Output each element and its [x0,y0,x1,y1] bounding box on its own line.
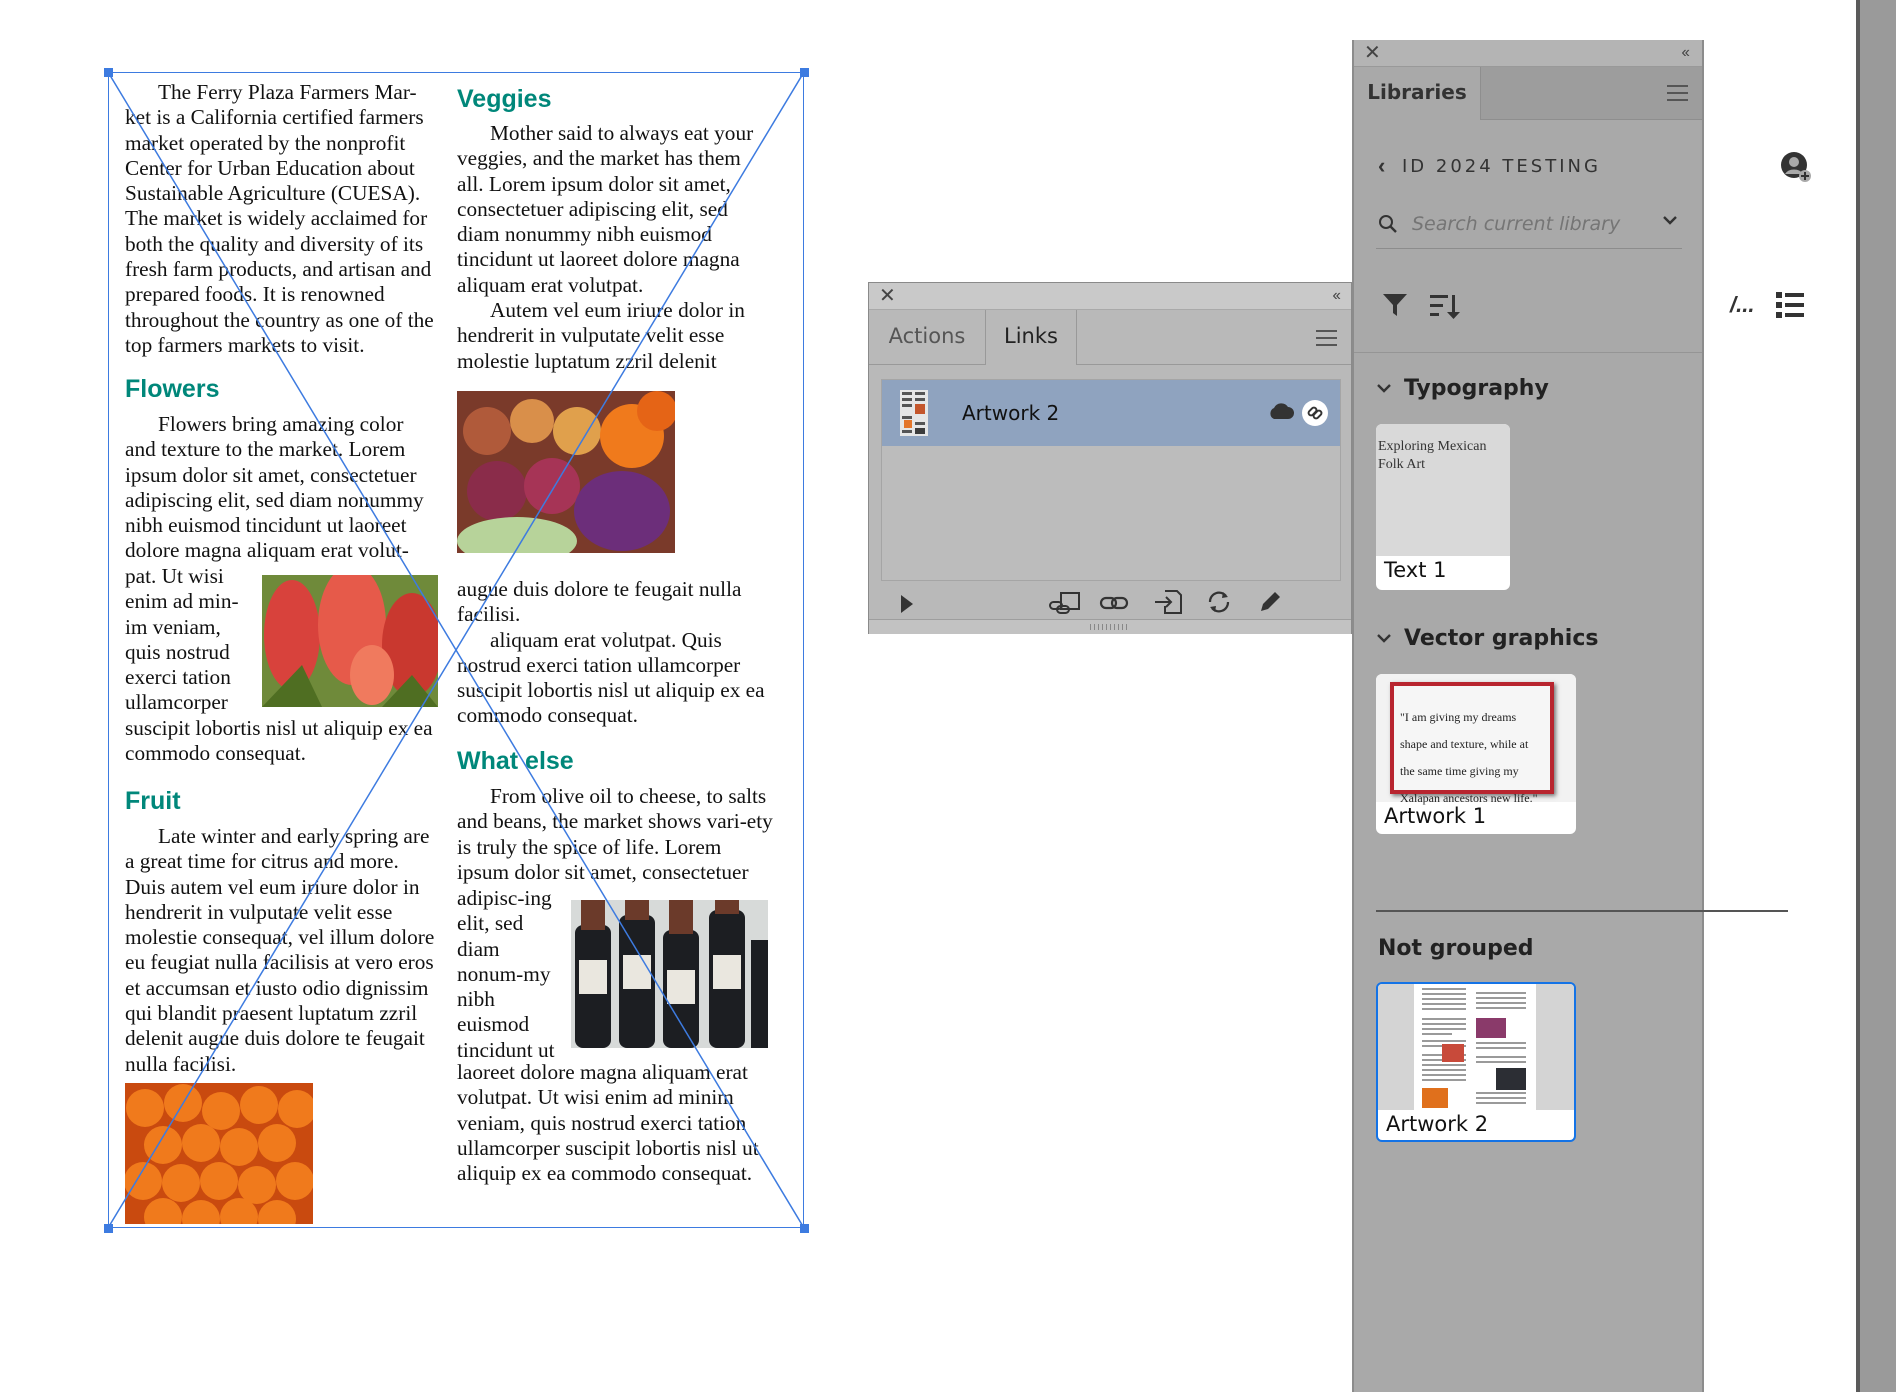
selection-handle-bottom-left[interactable] [104,1224,113,1233]
panel-resize-grip[interactable] [869,619,1351,634]
chevron-left-icon[interactable]: ‹ [1378,153,1385,179]
links-panel: ✕ ‹‹ Actions Links Artwork 2 [868,282,1352,634]
libraries-panel-titlebar[interactable]: ✕ ‹‹ [1354,40,1702,67]
chevron-down-icon[interactable] [1662,212,1678,233]
chevron-down-icon[interactable] [1376,380,1392,401]
edit-original-icon[interactable] [1257,589,1283,620]
libraries-panel: ✕ ‹‹ Libraries ‹ ID 2024 TESTING /... Ty… [1352,40,1811,1392]
collaborators-icon[interactable] [1779,150,1813,189]
text-style-icon[interactable]: /... [1730,292,1754,318]
panel-menu-icon[interactable] [1316,330,1337,346]
section-typography[interactable]: Typography [1404,376,1549,401]
libraries-tab-bar: Libraries [1354,67,1702,120]
tab-actions[interactable]: Actions [869,310,985,364]
cloud-icon [1268,402,1294,425]
link-icon[interactable] [1302,400,1328,426]
library-item-artwork-2[interactable]: Artwork 2 [1376,982,1576,1142]
divider [1354,352,1702,353]
links-toolbar [869,585,1351,621]
placed-graphic-frame[interactable] [108,72,804,1228]
collapse-panel-icon[interactable]: ‹‹ [1681,40,1690,66]
relink-icon[interactable] [1099,593,1129,618]
tab-libraries[interactable]: Libraries [1354,67,1481,120]
selection-handle-bottom-right[interactable] [800,1224,809,1233]
relink-from-cc-icon[interactable] [1047,591,1081,620]
library-name[interactable]: ID 2024 TESTING [1402,156,1601,177]
library-search-box[interactable] [1376,200,1682,249]
section-not-grouped: Not grouped [1378,936,1534,961]
play-icon[interactable] [899,593,915,620]
chevron-down-icon[interactable] [1376,630,1392,651]
tab-links[interactable]: Links [985,310,1077,365]
section-vector-graphics[interactable]: Vector graphics [1404,626,1598,651]
divider [1376,910,1788,912]
links-panel-titlebar[interactable]: ✕ ‹‹ [869,283,1351,310]
search-icon [1379,215,1397,233]
link-name: Artwork 2 [962,401,1060,425]
link-row-artwork-2[interactable]: Artwork 2 [882,380,1340,446]
link-thumbnail [900,390,928,436]
panel-menu-icon[interactable] [1667,85,1688,101]
artwork-2-preview [1378,984,1574,1110]
window-edge [1856,0,1896,1392]
update-link-icon[interactable] [1206,589,1232,620]
links-panel-tabs: Actions Links [869,310,1351,365]
goto-link-icon[interactable] [1153,589,1183,620]
typography-preview: Exploring Mexican Folk Art [1376,424,1510,556]
search-input[interactable] [1410,208,1644,240]
sort-icon[interactable] [1430,292,1460,325]
library-item-label: Text 1 [1384,558,1447,582]
quote-text: "I am giving my dreams shape and texture… [1390,682,1554,805]
artwork-1-preview: "I am giving my dreams shape and texture… [1376,674,1576,805]
collapse-panel-icon[interactable]: ‹‹ [1332,283,1341,309]
selection-handle-top-right[interactable] [800,68,809,77]
list-view-icon[interactable] [1776,292,1804,323]
library-item-artwork-1[interactable]: "I am giving my dreams shape and texture… [1376,674,1576,834]
selection-handle-top-left[interactable] [104,68,113,77]
close-icon[interactable]: ✕ [879,283,896,309]
filter-icon[interactable] [1382,292,1408,323]
links-list: Artwork 2 [881,379,1341,581]
close-icon[interactable]: ✕ [1364,40,1381,66]
library-item-label: Artwork 2 [1386,1112,1489,1136]
library-item-text-1[interactable]: Exploring Mexican Folk Art Text 1 [1376,424,1510,590]
